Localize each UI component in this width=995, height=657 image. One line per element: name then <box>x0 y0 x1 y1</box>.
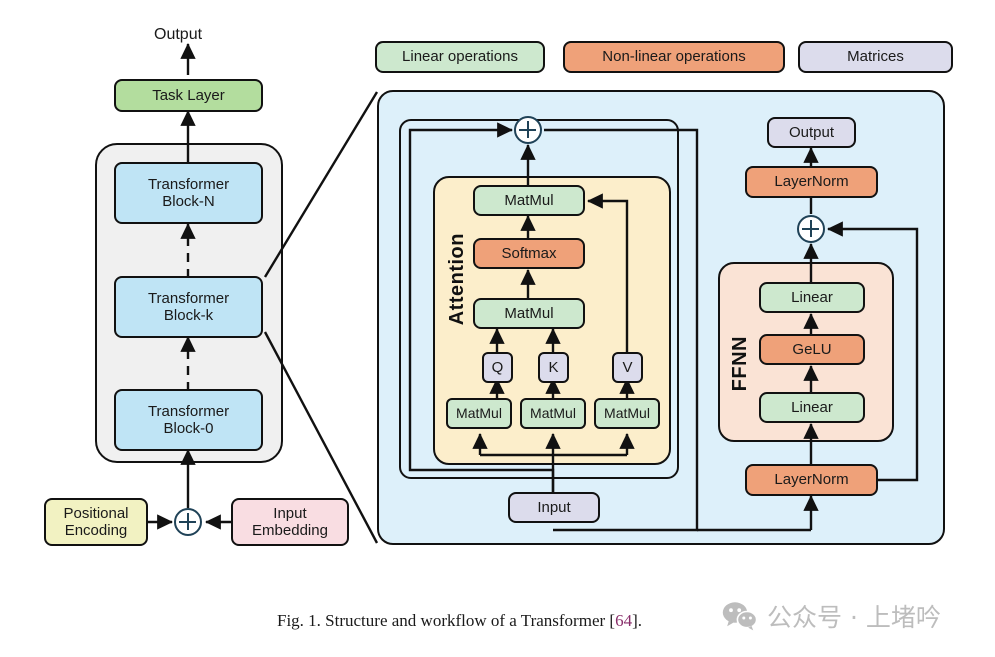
legend-linear-operations-label: Linear operations <box>402 48 518 66</box>
layernorm-top-node: LayerNorm <box>745 166 878 198</box>
figure-caption: Fig. 1. Structure and workflow of a Tran… <box>277 611 642 631</box>
task-layer-node: Task Layer <box>114 79 263 112</box>
ffnn-linear-bottom-label: Linear <box>791 398 833 416</box>
attention-matmul-mid-label: MatMul <box>504 304 554 322</box>
layernorm-bottom-node: LayerNorm <box>745 464 878 496</box>
transformer-block-n: Transformer Block-N <box>114 162 263 224</box>
attention-matmul-q: MatMul <box>446 398 512 429</box>
output-label-left: Output <box>154 26 203 43</box>
legend-matrices: Matrices <box>798 41 953 73</box>
attention-matmul-k: MatMul <box>520 398 586 429</box>
attention-matmul-v: MatMul <box>594 398 660 429</box>
input-embedding-label: Input Embedding <box>252 504 328 539</box>
ffnn-gelu: GeLU <box>759 334 865 365</box>
attention-softmax: Softmax <box>473 238 585 269</box>
transformer-block-0-label: Transformer Block-0 <box>147 402 230 437</box>
legend-nonlinear-operations-label: Non-linear operations <box>602 48 746 66</box>
caption-prefix: Fig. 1. Structure and workflow of a Tran… <box>277 611 616 630</box>
layernorm-bottom-label: LayerNorm <box>774 471 849 489</box>
figure-canvas: Linear operations Non-linear operations … <box>0 0 995 657</box>
transformer-block-n-label: Transformer Block-N <box>147 175 230 210</box>
attention-q-label: Q <box>491 358 504 376</box>
transformer-block-k: Transformer Block-k <box>114 276 263 338</box>
embedding-sum-operator <box>174 508 202 536</box>
wechat-watermark: 公众号 · 上堵吟 <box>722 598 941 634</box>
ffnn-title: FFNN <box>729 336 751 392</box>
wechat-icon <box>722 602 758 631</box>
transformer-block-0: Transformer Block-0 <box>114 389 263 451</box>
watermark-text: 公众号 · 上堵吟 <box>767 603 941 632</box>
attention-matmul-q-label: MatMul <box>456 405 502 422</box>
legend-linear-operations: Linear operations <box>375 41 545 73</box>
ffnn-gelu-label: GeLU <box>792 340 832 358</box>
ffnn-linear-bottom: Linear <box>759 392 865 423</box>
ffnn-output-node: Output <box>767 117 856 148</box>
detail-input-node: Input <box>508 492 600 523</box>
legend-matrices-label: Matrices <box>847 48 904 66</box>
attention-matmul-v-label: MatMul <box>604 405 650 422</box>
attention-matmul-k-label: MatMul <box>530 405 576 422</box>
caption-reference: 64 <box>615 611 633 630</box>
positional-encoding-label: Positional Encoding <box>63 504 129 539</box>
caption-suffix: ]. <box>632 611 642 630</box>
attention-sum-operator <box>514 116 542 144</box>
attention-title: Attention <box>446 233 468 326</box>
attention-q-matrix: Q <box>482 352 513 383</box>
attention-k-label: K <box>548 358 559 376</box>
ffnn-linear-top-label: Linear <box>791 288 833 306</box>
ffnn-linear-top: Linear <box>759 282 865 313</box>
attention-matmul-mid: MatMul <box>473 298 585 329</box>
attention-softmax-label: Softmax <box>501 244 557 262</box>
attention-v-label: V <box>622 358 633 376</box>
task-layer-label: Task Layer <box>152 86 225 104</box>
ffnn-sum-operator <box>797 215 825 243</box>
ffnn-output-label: Output <box>788 123 835 141</box>
attention-matmul-top-label: MatMul <box>504 191 554 209</box>
legend-nonlinear-operations: Non-linear operations <box>563 41 785 73</box>
layernorm-top-label: LayerNorm <box>774 173 849 191</box>
transformer-block-k-label: Transformer Block-k <box>147 289 230 324</box>
attention-matmul-top: MatMul <box>473 185 585 216</box>
input-embedding-node: Input Embedding <box>231 498 349 546</box>
attention-v-matrix: V <box>612 352 643 383</box>
attention-k-matrix: K <box>538 352 569 383</box>
positional-encoding-node: Positional Encoding <box>44 498 148 546</box>
detail-input-label: Input <box>537 498 571 516</box>
